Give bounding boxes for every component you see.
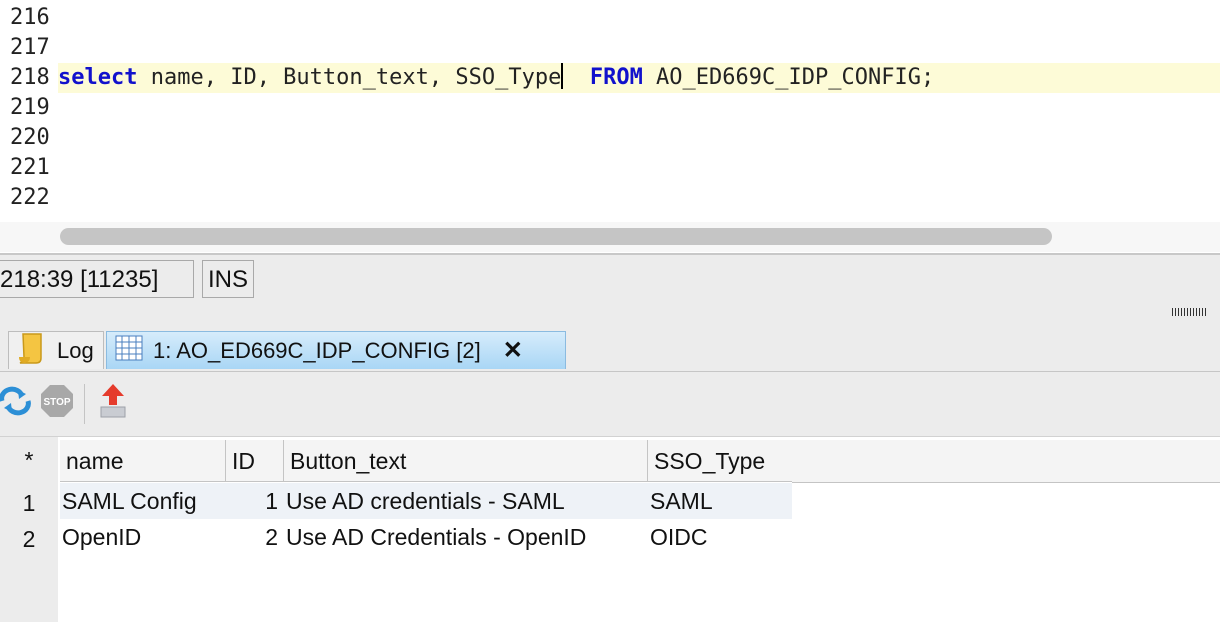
cell-button-text[interactable]: Use AD Credentials - OpenID: [286, 519, 646, 555]
refresh-button[interactable]: [0, 386, 32, 420]
grid-icon: [115, 335, 143, 367]
row-number[interactable]: 2: [0, 521, 58, 557]
table-row[interactable]: OpenID 2 Use AD Credentials - OpenID OID…: [60, 519, 792, 555]
tab-log[interactable]: Log: [8, 331, 104, 369]
insert-mode-indicator: INS: [202, 260, 254, 298]
scrollbar-thumb[interactable]: [60, 228, 1052, 245]
resize-grip-icon[interactable]: [1172, 308, 1206, 316]
refresh-icon: [0, 386, 32, 421]
tab-label: 1: AO_ED669C_IDP_CONFIG [2]: [153, 337, 481, 363]
export-button[interactable]: [96, 383, 130, 420]
line-number: 222: [10, 185, 50, 210]
header-filler: [792, 440, 1220, 483]
column-header-name[interactable]: name: [60, 440, 226, 482]
cell-name[interactable]: OpenID: [62, 519, 222, 555]
stop-button[interactable]: STOP: [40, 384, 74, 423]
results-tab-bar: Log 1: AO_ED669C_IDP_CONFIG [2] ✕: [0, 325, 1220, 372]
column-header-button-text[interactable]: Button_text: [284, 440, 648, 482]
cell-name[interactable]: SAML Config: [62, 483, 222, 519]
cell-id[interactable]: 2: [226, 519, 278, 555]
column-header-sso-type[interactable]: SSO_Type: [648, 440, 793, 482]
stop-icon-text: STOP: [43, 397, 70, 408]
line-number: 220: [10, 125, 50, 150]
code-text: name, ID, Button_text, SSO_Type: [137, 65, 562, 90]
results-toolbar: STOP: [0, 372, 1220, 437]
code-gap: [563, 65, 590, 90]
code-text: AO_ED669C_IDP_CONFIG;: [642, 65, 935, 90]
result-grid[interactable]: * name ID Button_text SSO_Type 1 SAML Co…: [0, 437, 1220, 622]
line-number: 218: [10, 65, 50, 90]
cell-id[interactable]: 1: [226, 483, 278, 519]
cell-button-text[interactable]: Use AD credentials - SAML: [286, 483, 646, 519]
cell-sso-type[interactable]: OIDC: [650, 519, 790, 555]
close-icon[interactable]: ✕: [503, 336, 523, 365]
current-code-line[interactable]: select name, ID, Button_text, SSO_Type F…: [58, 63, 1220, 93]
tab-query-result[interactable]: 1: AO_ED669C_IDP_CONFIG [2] ✕: [106, 331, 566, 369]
tab-label: Log: [57, 337, 94, 363]
line-number: 217: [10, 35, 50, 60]
column-header-id[interactable]: ID: [226, 440, 284, 482]
select-all-corner[interactable]: *: [0, 447, 58, 474]
keyword-from: FROM: [589, 65, 643, 90]
scroll-icon: [17, 331, 47, 371]
toolbar-separator: [84, 384, 85, 424]
cell-sso-type[interactable]: SAML: [650, 483, 790, 519]
status-bar: 218:39 [11235] INS: [0, 255, 1220, 325]
line-number: 219: [10, 95, 50, 120]
line-number: 216: [10, 5, 50, 30]
stop-icon: STOP: [40, 384, 74, 423]
line-number: 221: [10, 155, 50, 180]
export-icon: [97, 383, 129, 424]
horizontal-scrollbar[interactable]: [0, 222, 1220, 252]
row-number[interactable]: 1: [0, 485, 58, 521]
cursor-position: 218:39 [11235]: [0, 260, 194, 298]
sql-editor[interactable]: 216 217 218 219 220 221 222 select name,…: [0, 0, 1220, 222]
table-row[interactable]: SAML Config 1 Use AD credentials - SAML …: [60, 483, 792, 519]
line-number-gutter: 216 217 218 219 220 221 222: [0, 0, 58, 222]
keyword-select: select: [58, 65, 138, 90]
